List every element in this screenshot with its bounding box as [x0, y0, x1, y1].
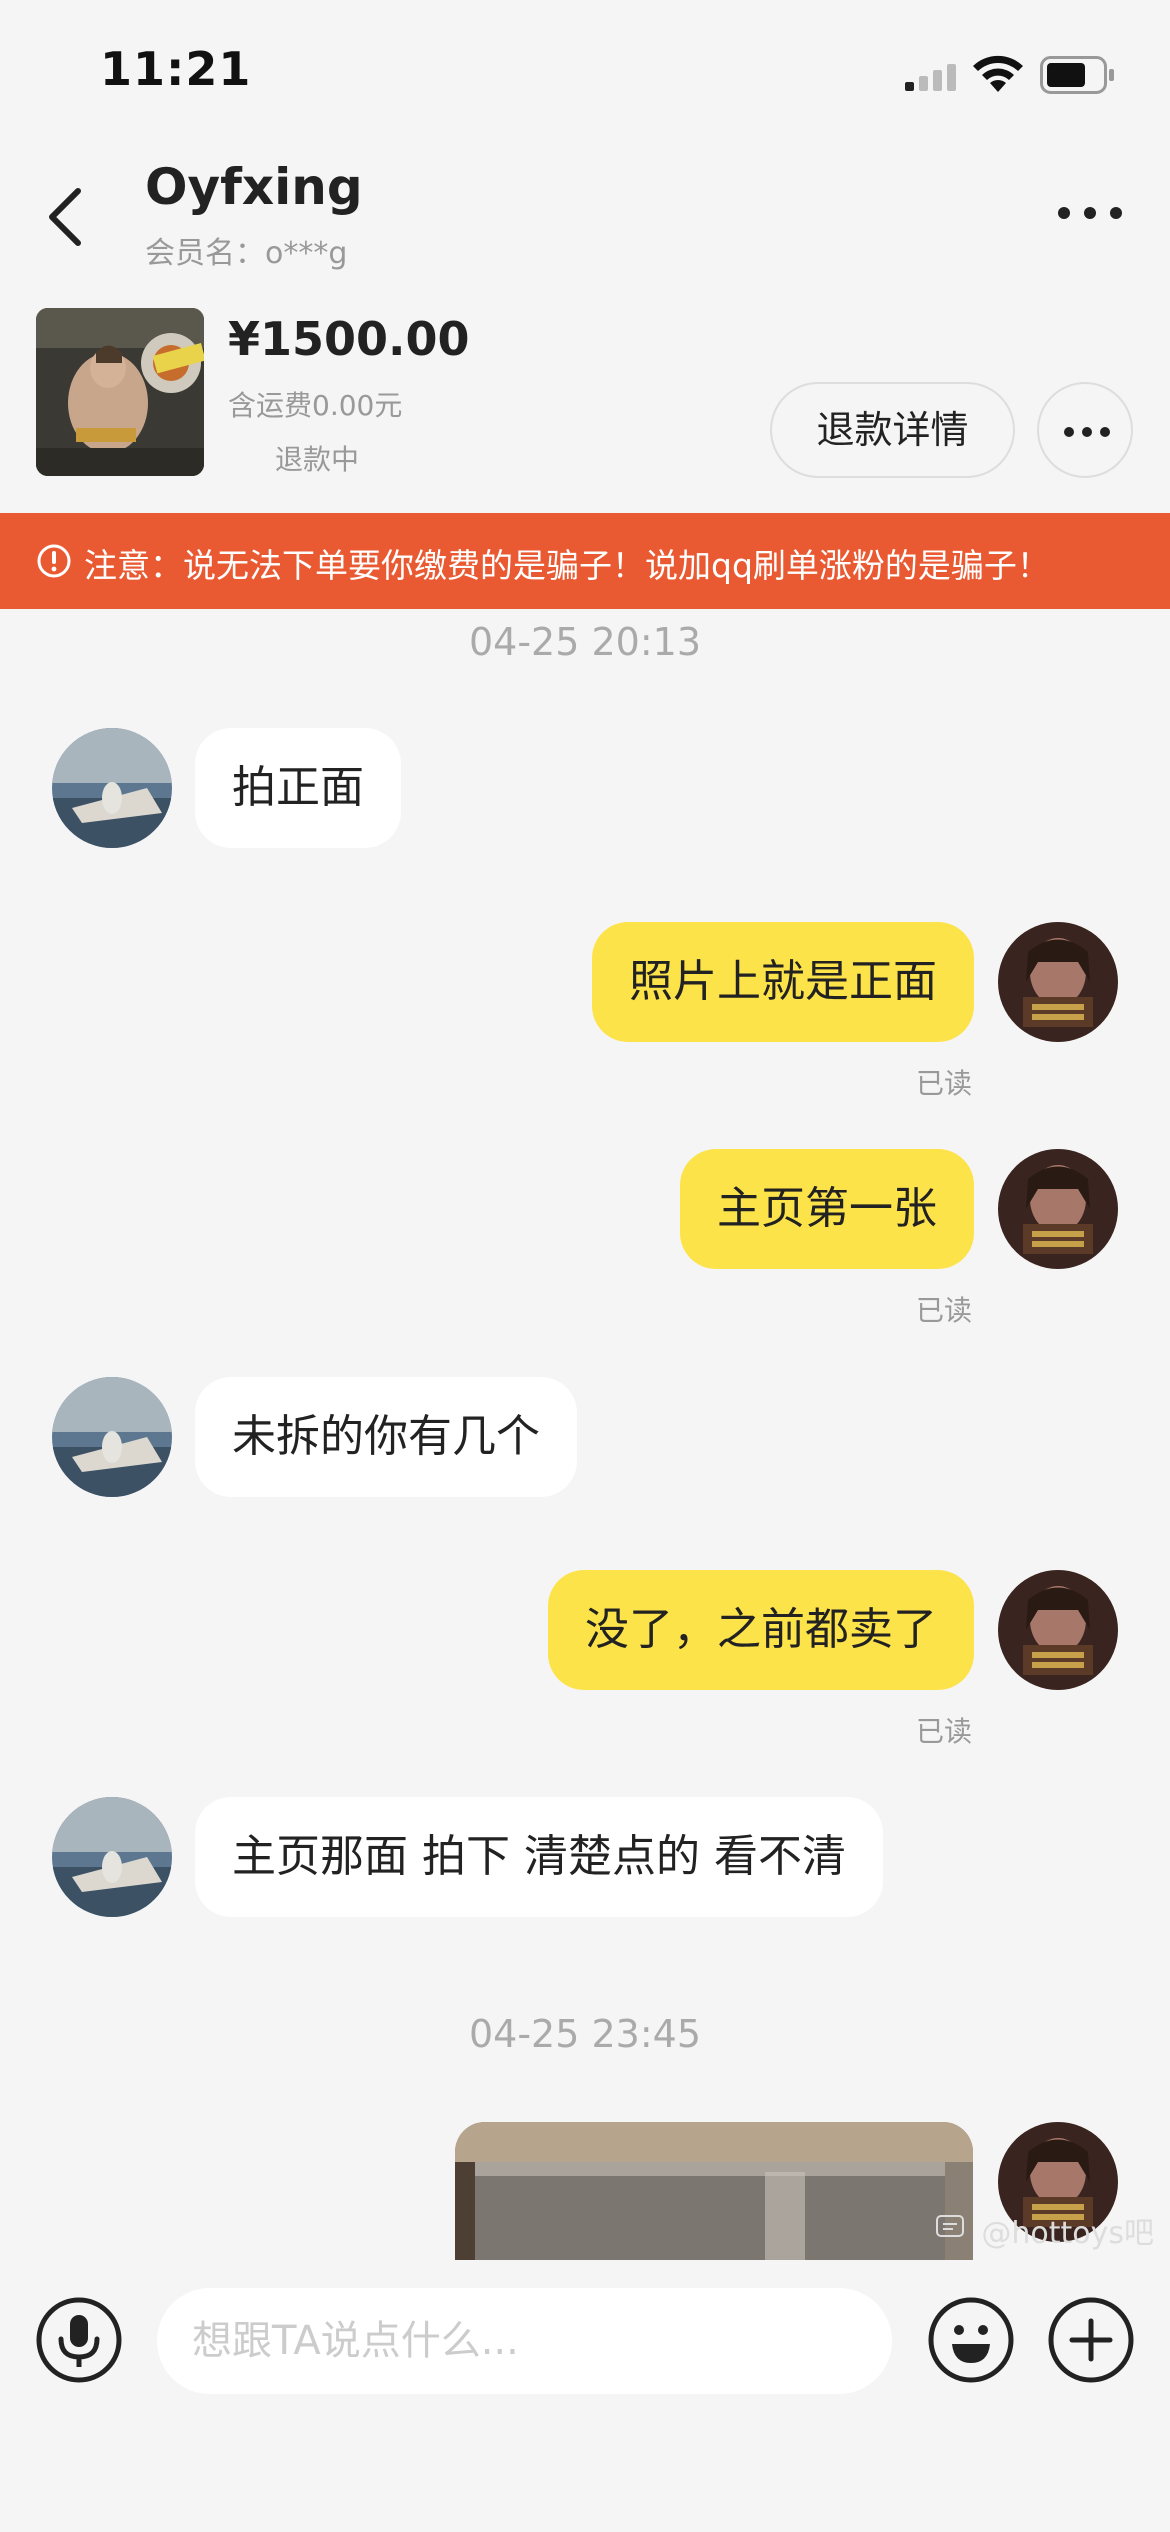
- watermark: @hottoys吧: [981, 2216, 1154, 2251]
- timestamp: 04-25 23:45: [468, 2012, 701, 2056]
- message-bubble-outgoing: 照片上就是正面: [592, 922, 974, 1042]
- timestamp: 04-25 20:13: [468, 620, 701, 664]
- chat-screen: 11:21 Oyfxing 会员名：o***g ¥1500.00 含运费0.00…: [0, 0, 1170, 2532]
- avatar-contact[interactable]: [52, 728, 172, 848]
- message-bubble-outgoing: 主页第一张: [680, 1149, 974, 1269]
- back-icon[interactable]: [40, 175, 100, 255]
- member-name: 会员名：o***g: [145, 236, 348, 271]
- signal-icon: [905, 64, 956, 91]
- read-receipt: 已读: [916, 1294, 973, 1327]
- plus-icon[interactable]: [1048, 2297, 1134, 2383]
- refund-status: 退款中: [275, 443, 360, 476]
- product-price: ¥1500.00: [228, 312, 470, 366]
- read-receipt: 已读: [916, 1715, 973, 1748]
- warning-icon: [37, 544, 71, 578]
- message-bubble-incoming: 主页那面 拍下 清楚点的 看不清: [195, 1797, 883, 1917]
- status-bar: 11:21: [0, 0, 1170, 150]
- more-icon[interactable]: [1055, 198, 1125, 228]
- chat-header: Oyfxing 会员名：o***g: [0, 150, 1170, 280]
- emoji-icon[interactable]: [928, 2297, 1014, 2383]
- product-thumbnail[interactable]: [36, 308, 204, 476]
- message-input[interactable]: [157, 2288, 892, 2394]
- avatar-self[interactable]: [998, 922, 1118, 1042]
- microphone-icon[interactable]: [36, 2297, 122, 2383]
- wifi-icon: [973, 55, 1023, 92]
- avatar-self[interactable]: [998, 1570, 1118, 1690]
- contact-name: Oyfxing: [145, 158, 363, 216]
- input-bar: [0, 2260, 1170, 2532]
- watermark-icon: [936, 2215, 964, 2237]
- avatar-contact[interactable]: [52, 1797, 172, 1917]
- read-receipt: 已读: [916, 1067, 973, 1100]
- message-bubble-outgoing: 没了，之前都卖了: [548, 1570, 974, 1690]
- refund-details-button[interactable]: 退款详情: [770, 382, 1015, 478]
- warning-text: 注意：说无法下单要你缴费的是骗子！说加qq刷单涨粉的是骗子！: [84, 546, 1050, 585]
- status-time: 11:21: [100, 42, 252, 96]
- message-bubble-incoming: 未拆的你有几个: [195, 1377, 577, 1497]
- avatar-self[interactable]: [998, 1149, 1118, 1269]
- scam-warning-banner: 注意：说无法下单要你缴费的是骗子！说加qq刷单涨粉的是骗子！: [0, 513, 1170, 609]
- battery-icon: [1040, 56, 1114, 94]
- message-bubble-incoming: 拍正面: [195, 728, 401, 848]
- product-more-button[interactable]: [1037, 382, 1133, 478]
- product-card[interactable]: ¥1500.00 含运费0.00元 退款中 退款详情: [0, 300, 1170, 500]
- more-icon: [1064, 427, 1110, 437]
- avatar-contact[interactable]: [52, 1377, 172, 1497]
- shipping-fee: 含运费0.00元: [228, 389, 403, 422]
- image-message[interactable]: [455, 2122, 973, 2260]
